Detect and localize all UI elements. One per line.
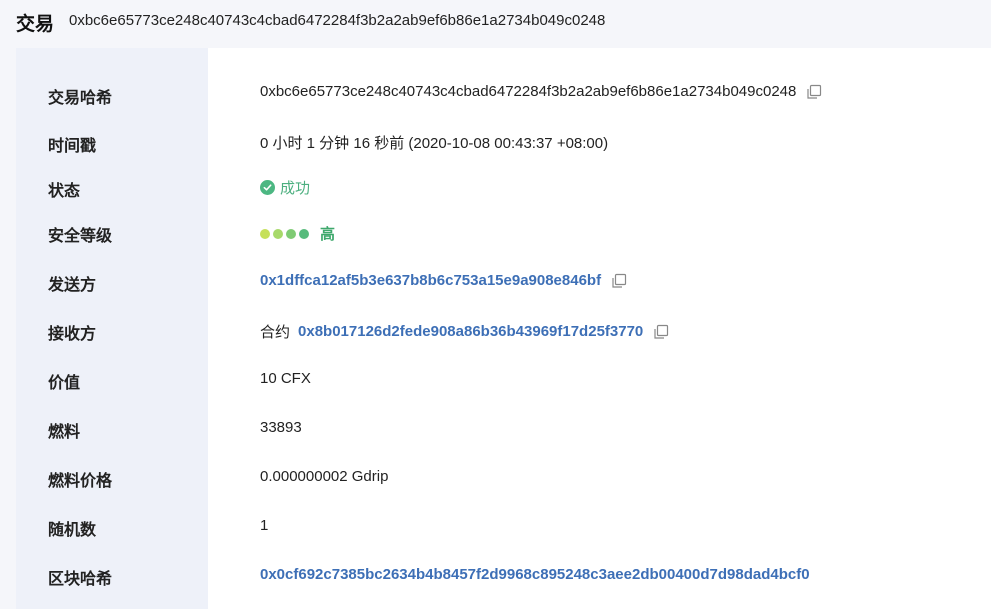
from-row: 0x1dffca12af5b3e637b8b6c753a15e9a908e846… bbox=[260, 272, 627, 289]
to-address-link[interactable]: 0x8b017126d2fede908a86b36b43969f17d25f37… bbox=[298, 323, 643, 340]
status-label: 状态 bbox=[48, 183, 81, 200]
security-dot bbox=[299, 228, 309, 239]
tx-hash-value[interactable]: 0xbc6e65773ce248c40743c4cbad6472284f3b2a… bbox=[260, 83, 796, 100]
tx-hash-label: 交易哈希 bbox=[48, 90, 113, 107]
nonce-value: 1 bbox=[260, 517, 269, 534]
block-hash-link[interactable]: 0x0cf692c7385bc2634b4b8457f2d9968c895248… bbox=[260, 566, 810, 583]
to-label: 接收方 bbox=[48, 326, 97, 343]
security-dot bbox=[273, 228, 283, 239]
transaction-detail-card: 交易哈希 0xbc6e65773ce248c40743c4cbad6472284… bbox=[16, 48, 991, 609]
check-circle-icon bbox=[260, 180, 275, 195]
gas-row: 33893 bbox=[260, 419, 302, 436]
transaction-page: 交易 0xbc6e65773ce248c40743c4cbad6472284f3… bbox=[0, 0, 991, 609]
tx-hash-row: 0xbc6e65773ce248c40743c4cbad6472284f3b2a… bbox=[260, 83, 822, 100]
contract-prefix: 合约 bbox=[260, 324, 291, 341]
gas-label: 燃料 bbox=[48, 424, 81, 441]
to-row: 合约 0x8b017126d2fede908a86b36b43969f17d25… bbox=[260, 321, 669, 342]
status-row: 成功 bbox=[260, 177, 310, 198]
gas-price-label: 燃料价格 bbox=[48, 473, 113, 490]
security-dot bbox=[286, 228, 296, 239]
status-value: 成功 bbox=[280, 180, 311, 197]
copy-icon[interactable] bbox=[653, 324, 669, 340]
label-column bbox=[16, 48, 208, 609]
page-header: 交易 0xbc6e65773ce248c40743c4cbad6472284f3… bbox=[0, 0, 991, 48]
copy-icon[interactable] bbox=[806, 84, 822, 100]
nonce-label: 随机数 bbox=[48, 522, 97, 539]
value-row: 10 CFX bbox=[260, 370, 311, 387]
copy-icon[interactable] bbox=[611, 273, 627, 289]
timestamp-value: 0 小时 1 分钟 16 秒前 (2020-10-08 00:43:37 +08… bbox=[260, 135, 609, 152]
page-title: 交易 bbox=[16, 14, 55, 35]
block-hash-row: 0x0cf692c7385bc2634b4b8457f2d9968c895248… bbox=[260, 566, 810, 583]
gas-value: 33893 bbox=[260, 419, 302, 436]
nonce-row: 1 bbox=[260, 517, 268, 534]
page-title-hash: 0xbc6e65773ce248c40743c4cbad6472284f3b2a… bbox=[69, 12, 606, 29]
timestamp-label: 时间戳 bbox=[48, 138, 97, 155]
block-hash-label: 区块哈希 bbox=[48, 571, 113, 588]
security-dot bbox=[260, 228, 270, 239]
gas-price-value: 0.000000002 Gdrip bbox=[260, 468, 389, 485]
security-level-label: 安全等级 bbox=[48, 228, 113, 245]
value-amount: 10 CFX bbox=[260, 370, 311, 387]
from-address-link[interactable]: 0x1dffca12af5b3e637b8b6c753a15e9a908e846… bbox=[260, 272, 601, 289]
from-label: 发送方 bbox=[48, 277, 97, 294]
gas-price-row: 0.000000002 Gdrip bbox=[260, 468, 388, 485]
timestamp-row: 0 小时 1 分钟 16 秒前 (2020-10-08 00:43:37 +08… bbox=[260, 132, 608, 153]
security-level-row: 高 bbox=[260, 223, 335, 244]
value-label: 价值 bbox=[48, 375, 81, 392]
status-badge: 成功 bbox=[260, 177, 310, 198]
security-level-value: 高 bbox=[320, 226, 336, 243]
security-level-dots bbox=[260, 228, 312, 239]
